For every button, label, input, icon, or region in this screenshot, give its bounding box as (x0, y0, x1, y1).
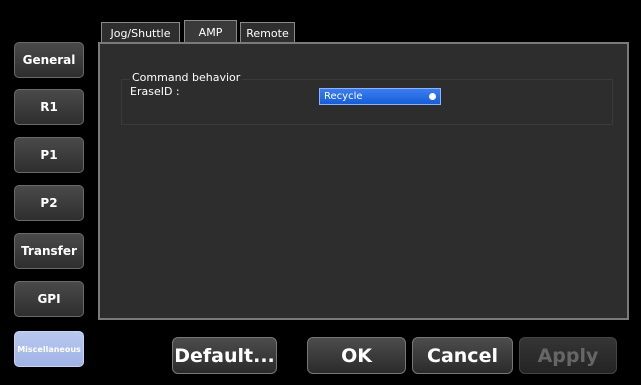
sidebar-item-gpi[interactable]: GPI (14, 281, 84, 317)
apply-button[interactable]: Apply (519, 337, 617, 374)
tab-remote[interactable]: Remote (240, 22, 295, 44)
sidebar-item-label: P1 (40, 148, 58, 162)
button-label: OK (341, 344, 372, 367)
settings-panel: Command behavior EraseID : Recycle (98, 42, 629, 320)
tab-label: Remote (246, 27, 289, 40)
sidebar-item-label: Miscellaneous (17, 344, 81, 354)
sidebar-item-transfer[interactable]: Transfer (14, 233, 84, 269)
group-title: Command behavior (130, 71, 243, 84)
select-value: Recycle (324, 91, 363, 102)
erase-id-select[interactable]: Recycle (319, 88, 441, 105)
sidebar-item-label: General (22, 53, 76, 67)
tab-label: Jog/Shuttle (110, 27, 171, 40)
tab-jog-shuttle[interactable]: Jog/Shuttle (101, 22, 180, 44)
sidebar-item-p1[interactable]: P1 (14, 137, 84, 173)
button-label: Default... (174, 344, 275, 367)
sidebar-item-label: GPI (37, 292, 61, 306)
sidebar-item-label: Transfer (21, 244, 77, 258)
cancel-button[interactable]: Cancel (412, 337, 513, 374)
dropdown-arrow-icon (429, 93, 436, 100)
button-label: Apply (537, 344, 599, 367)
tab-amp[interactable]: AMP (184, 20, 237, 44)
tab-label: AMP (198, 26, 223, 39)
ok-button[interactable]: OK (307, 337, 406, 374)
command-behavior-group: Command behavior EraseID : Recycle (121, 71, 613, 125)
sidebar-item-r1[interactable]: R1 (14, 89, 84, 125)
sidebar-item-general[interactable]: General (14, 42, 84, 78)
sidebar-item-label: P2 (40, 196, 58, 210)
sidebar-item-label: R1 (40, 100, 58, 114)
erase-id-label: EraseID : (130, 85, 180, 98)
button-label: Cancel (427, 344, 498, 367)
sidebar-item-miscellaneous[interactable]: Miscellaneous (14, 331, 84, 367)
default-button[interactable]: Default... (172, 337, 277, 374)
sidebar-item-p2[interactable]: P2 (14, 185, 84, 221)
